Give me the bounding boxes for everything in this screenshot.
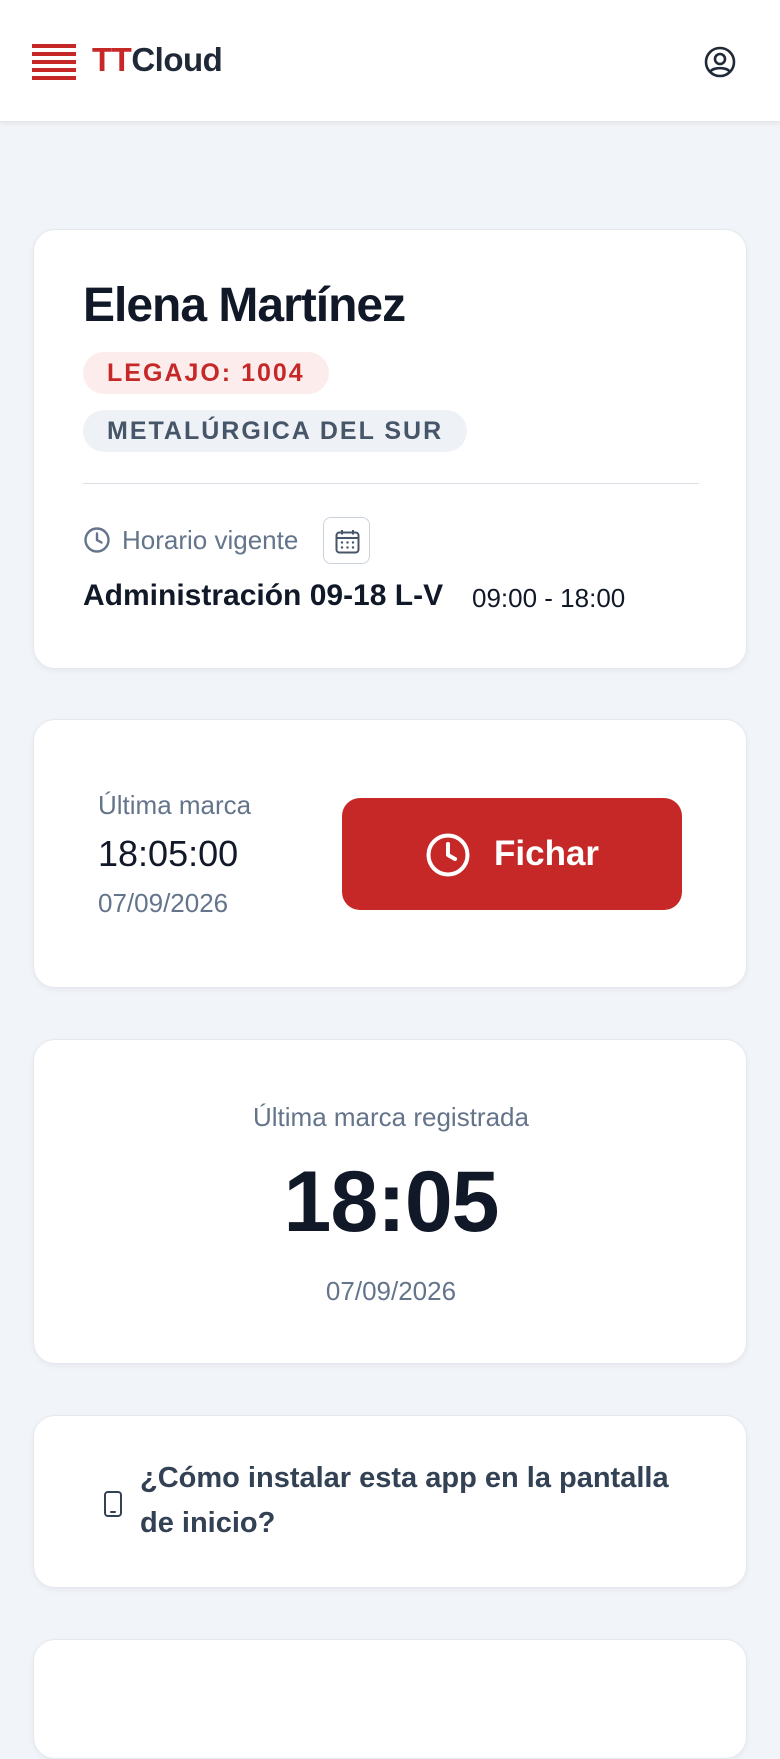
smartphone-icon <box>104 1491 122 1517</box>
top-app-bar: TTCloud <box>0 0 780 122</box>
schedule-name: Administración 09-18 L-V <box>83 579 444 612</box>
clock-icon <box>426 833 470 877</box>
calendar-icon <box>335 530 360 554</box>
last-mark-time: 18:05:00 <box>98 833 239 874</box>
brand-name: TTCloud <box>92 40 223 80</box>
clock-icon <box>84 527 110 553</box>
install-help-link[interactable]: ¿Cómo instalar esta app en la pantalla d… <box>140 1456 700 1546</box>
fichar-label: Fichar <box>494 834 600 873</box>
brick-logo-icon <box>32 44 76 80</box>
company-badge: METALÚRGICA DEL SUR <box>83 410 468 452</box>
brand-part-tt: TT <box>92 41 132 78</box>
next-card <box>33 1639 747 1759</box>
registered-time: 18:05 <box>283 1154 500 1250</box>
employee-card: Elena Martínez LEGAJO: 1004 METALÚRGICA … <box>33 229 747 669</box>
brand-part-cloud: Cloud <box>131 41 223 78</box>
last-mark-date: 07/09/2026 <box>98 888 229 918</box>
fichar-button[interactable]: Fichar <box>342 798 682 910</box>
schedule-time-range: 09:00 - 18:00 <box>472 583 626 613</box>
last-mark-label: Última marca <box>98 790 252 820</box>
employee-name: Elena Martínez <box>83 279 406 332</box>
legajo-badge: LEGAJO: 1004 <box>83 352 329 394</box>
install-help-card[interactable]: ¿Cómo instalar esta app en la pantalla d… <box>33 1415 747 1588</box>
registered-date: 07/09/2026 <box>325 1276 457 1306</box>
clock-in-card: Última marca 18:05:00 07/09/2026 Fichar <box>33 719 747 988</box>
divider <box>83 483 699 484</box>
registered-label: Última marca registrada <box>253 1102 529 1132</box>
calendar-button[interactable] <box>323 517 370 564</box>
schedule-label: Horario vigente <box>122 525 299 555</box>
user-circle-icon[interactable] <box>700 42 740 82</box>
last-registered-card: Última marca registrada 18:05 07/09/2026 <box>33 1039 747 1364</box>
